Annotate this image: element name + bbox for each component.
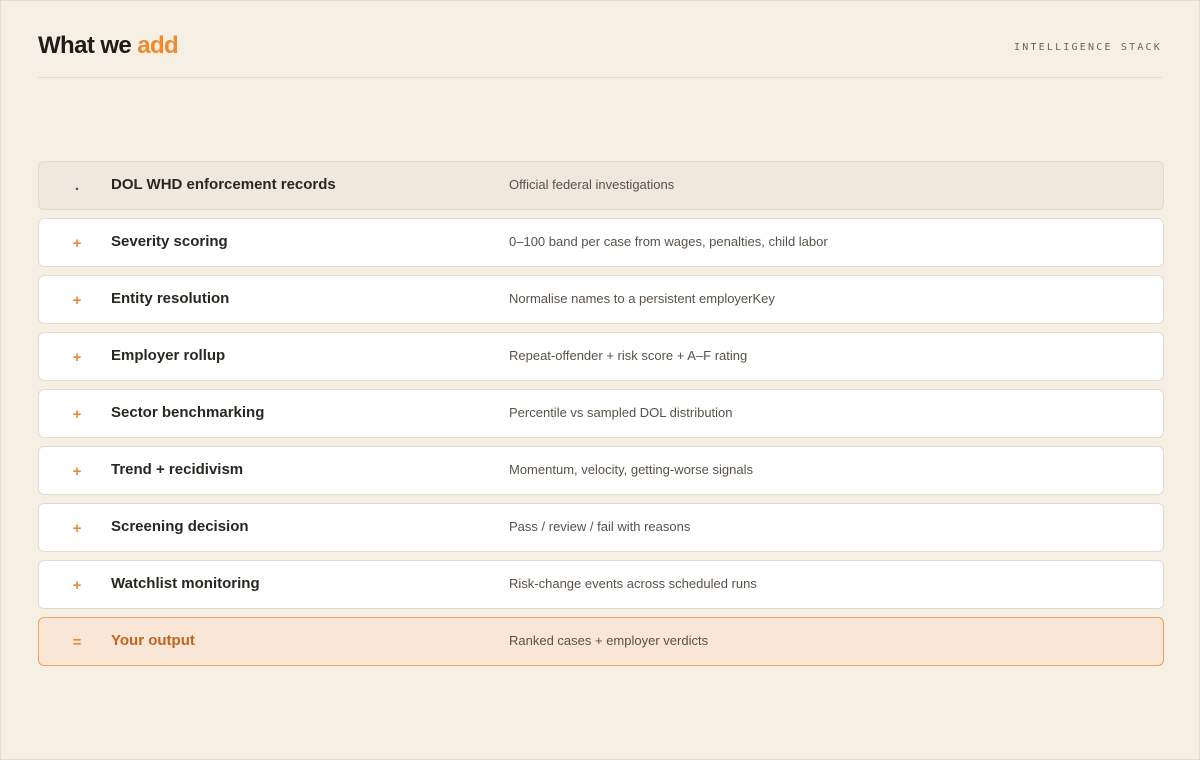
page: What we add INTELLIGENCE STACK . DOL WHD… bbox=[0, 0, 1200, 760]
stack-row-output: = Your output Ranked cases + employer ve… bbox=[38, 617, 1164, 666]
row-label: Severity scoring bbox=[111, 233, 228, 250]
row-description: Normalise names to a persistent employer… bbox=[509, 291, 775, 306]
plus-icon: + bbox=[72, 406, 82, 423]
row-label: Sector benchmarking bbox=[111, 404, 265, 421]
row-label: DOL WHD enforcement records bbox=[111, 176, 336, 193]
dot-icon: . bbox=[74, 177, 80, 194]
stack-row-watchlist-monitoring: + Watchlist monitoring Risk-change event… bbox=[38, 560, 1164, 609]
plus-icon: + bbox=[72, 577, 82, 594]
stack-row-source: . DOL WHD enforcement records Official f… bbox=[38, 161, 1164, 210]
stack-row-trend-recidivism: + Trend + recidivism Momentum, velocity,… bbox=[38, 446, 1164, 495]
row-description: 0–100 band per case from wages, penaltie… bbox=[509, 234, 828, 249]
equals-icon: = bbox=[72, 634, 82, 651]
stack-row-sector-benchmarking: + Sector benchmarking Percentile vs samp… bbox=[38, 389, 1164, 438]
plus-icon: + bbox=[72, 235, 82, 252]
row-label: Watchlist monitoring bbox=[111, 575, 260, 592]
title-accent: add bbox=[137, 32, 179, 59]
stack-row-entity-resolution: + Entity resolution Normalise names to a… bbox=[38, 275, 1164, 324]
row-label: Entity resolution bbox=[111, 290, 230, 307]
row-description: Official federal investigations bbox=[509, 177, 675, 192]
plus-icon: + bbox=[72, 520, 82, 537]
row-description: Momentum, velocity, getting-worse signal… bbox=[509, 462, 753, 477]
title-prefix: What we bbox=[38, 32, 138, 59]
stack-row-screening-decision: + Screening decision Pass / review / fai… bbox=[38, 503, 1164, 552]
row-description: Risk-change events across scheduled runs bbox=[509, 576, 757, 591]
header: What we add INTELLIGENCE STACK bbox=[38, 31, 1162, 78]
stack-row-employer-rollup: + Employer rollup Repeat-offender + risk… bbox=[38, 332, 1164, 381]
section-tagline: INTELLIGENCE STACK bbox=[1014, 42, 1162, 53]
plus-icon: + bbox=[72, 292, 82, 309]
row-label: Employer rollup bbox=[111, 347, 226, 364]
row-description: Percentile vs sampled DOL distribution bbox=[509, 405, 733, 420]
stack-list: . DOL WHD enforcement records Official f… bbox=[38, 161, 1164, 674]
row-description: Repeat-offender + risk score + A–F ratin… bbox=[509, 348, 748, 363]
row-description: Ranked cases + employer verdicts bbox=[509, 633, 709, 648]
plus-icon: + bbox=[72, 349, 82, 366]
row-label: Trend + recidivism bbox=[111, 461, 244, 478]
row-label: Screening decision bbox=[111, 518, 249, 535]
stack-row-severity-scoring: + Severity scoring 0–100 band per case f… bbox=[38, 218, 1164, 267]
page-title: What we add bbox=[38, 31, 179, 61]
row-description: Pass / review / fail with reasons bbox=[509, 519, 691, 534]
plus-icon: + bbox=[72, 463, 82, 480]
row-label: Your output bbox=[111, 632, 195, 649]
